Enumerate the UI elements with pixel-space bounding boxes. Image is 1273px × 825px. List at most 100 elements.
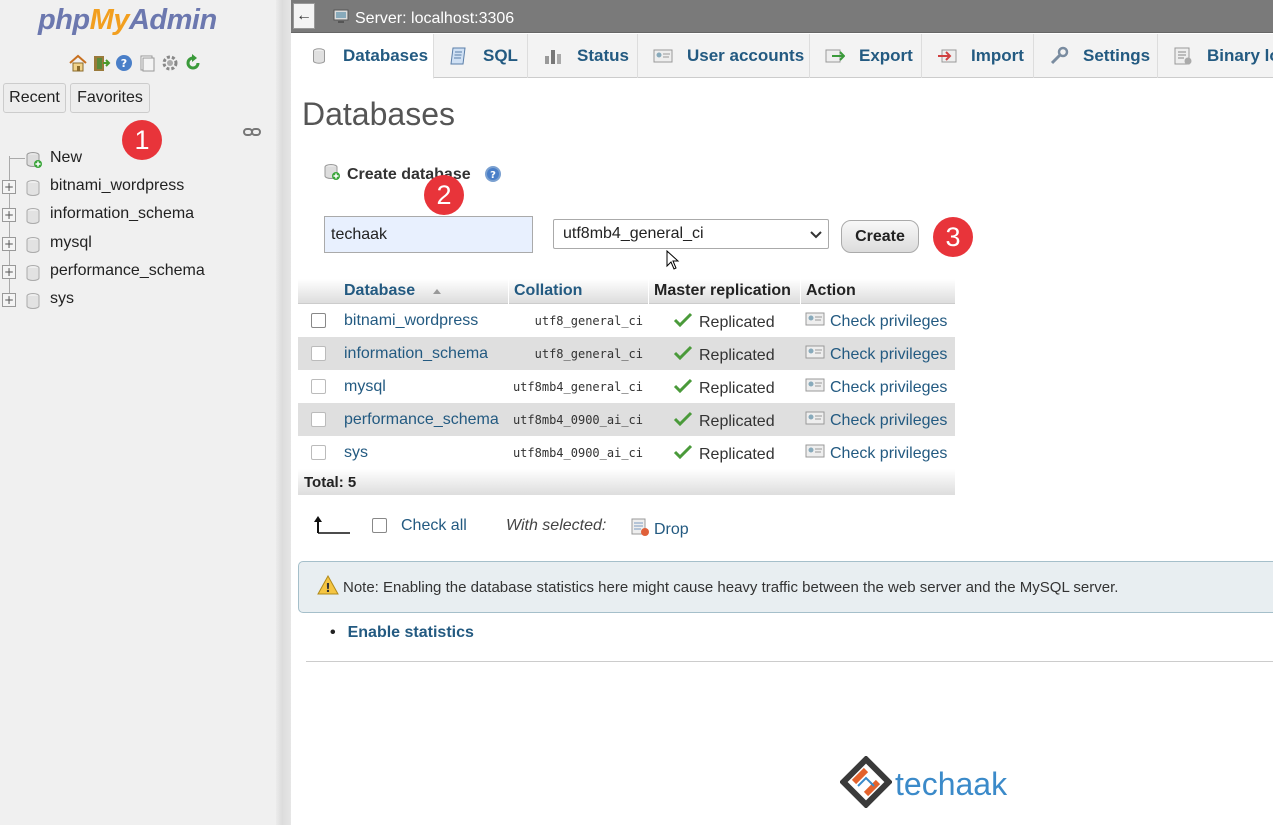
docs-icon[interactable] [137,53,157,73]
check-privileges-link[interactable]: Check privileges [805,378,947,397]
phpmyadmin-logo[interactable]: phpMyAdmin [38,4,217,37]
server-breadcrumb[interactable]: Server: localhost:3306 [333,8,514,29]
techaak-watermark: techaak [839,755,1008,813]
database-link[interactable]: information_schema [344,345,488,363]
privileges-icon [805,444,825,463]
expand-icon[interactable]: + [2,180,16,195]
collapse-sidebar-button[interactable]: ← [293,3,315,29]
collation-value: utf8mb4_general_ci [563,225,704,242]
tree-item-label: New [50,149,83,166]
gear-icon[interactable] [160,53,180,73]
sidebar-resize-handle[interactable] [276,0,291,825]
tree-item-label: bitnami_wordpress [50,177,185,195]
database-icon [308,45,330,67]
collation-cell: utf8mb4_general_ci [512,380,643,394]
svg-text:?: ? [121,57,127,70]
row-checkbox[interactable] [311,379,326,394]
database-link[interactable]: bitnami_wordpress [344,312,478,330]
row-checkbox[interactable] [311,445,326,460]
chevron-down-icon [809,227,823,246]
recent-button[interactable]: Recent [3,83,66,113]
tab-settings[interactable]: Settings [1034,34,1158,78]
row-checkbox[interactable] [311,313,326,328]
tab-databases[interactable]: Databases [294,34,434,79]
svg-text:?: ? [490,170,496,181]
table-total: Total: 5 [298,469,955,495]
techaak-logo-icon [839,755,893,813]
tab-sql[interactable]: SQL [434,34,528,78]
check-all-label[interactable]: Check all [401,517,467,535]
replication-cell: Replicated [673,444,775,465]
database-icon [25,264,41,287]
tab-binary-log[interactable]: Binary lo [1158,34,1273,78]
divider [306,661,1273,662]
database-icon [25,179,41,202]
database-link[interactable]: sys [344,444,368,462]
users-icon [652,45,674,67]
tree-item-performance-schema[interactable]: + performance_schema [0,258,276,286]
wrench-icon [1048,45,1070,67]
database-link[interactable]: performance_schema [344,411,499,429]
table-row: sys utf8mb4_0900_ai_ci Replicated Check … [298,436,955,469]
tree-item-sys[interactable]: + sys [0,286,276,314]
tree-item-bitnami-wordpress[interactable]: + bitnami_wordpress [0,173,276,201]
database-name-input[interactable] [324,216,533,253]
database-icon [25,236,41,259]
note-text: Note: Enabling the database statistics h… [343,578,1119,596]
tree-item-mysql[interactable]: + mysql [0,230,276,258]
enable-statistics-item: • Enable statistics [330,624,474,642]
column-header-collation[interactable]: Collation [514,282,582,300]
tree-item-label: performance_schema [50,261,205,279]
navigation-sidebar: phpMyAdmin ? Recent Favorites New + bitn… [0,0,291,825]
drop-database-icon [630,517,650,542]
page-title: Databases [302,96,455,132]
row-checkbox[interactable] [311,346,326,361]
tab-import[interactable]: Import [922,34,1034,78]
create-button[interactable]: Create [841,220,919,253]
collation-select[interactable]: utf8mb4_general_ci [553,219,829,249]
column-separator [800,279,801,304]
privileges-icon [805,345,825,364]
svg-text:!: ! [325,581,330,595]
tree-item-information-schema[interactable]: + information_schema [0,201,276,229]
check-icon [673,345,693,366]
favorites-button[interactable]: Favorites [70,83,150,113]
replication-cell: Replicated [673,378,775,399]
sidebar-quick-icons: ? [68,53,203,73]
replication-cell: Replicated [673,411,775,432]
check-all-checkbox[interactable] [372,518,387,533]
help-icon[interactable]: ? [484,165,502,188]
exit-icon[interactable] [91,53,111,73]
tab-export[interactable]: Export [810,34,922,78]
tab-status[interactable]: Status [528,34,638,78]
reload-icon[interactable] [183,53,203,73]
home-icon[interactable] [68,53,88,73]
check-icon [673,312,693,333]
tab-user-accounts[interactable]: User accounts [638,34,810,78]
check-privileges-link[interactable]: Check privileges [805,345,947,364]
check-privileges-link[interactable]: Check privileges [805,444,947,463]
check-privileges-link[interactable]: Check privileges [805,312,947,331]
help-icon[interactable]: ? [114,53,134,73]
expand-icon[interactable]: + [2,236,16,251]
drop-button[interactable]: Drop [630,517,689,542]
databases-table: Database Collation Master replication Ac… [298,279,955,495]
database-link[interactable]: mysql [344,378,386,396]
table-row: performance_schema utf8mb4_0900_ai_ci Re… [298,403,955,436]
column-header-database[interactable]: Database [344,282,442,300]
collation-cell: utf8_general_ci [534,347,643,361]
collation-cell: utf8_general_ci [534,314,643,328]
expand-icon[interactable]: + [2,264,16,279]
enable-statistics-link[interactable]: Enable statistics [348,624,474,642]
expand-icon[interactable]: + [2,292,16,307]
watermark-text: techaak [895,766,1008,802]
privileges-icon [805,312,825,331]
expand-icon[interactable]: + [2,208,16,223]
sql-icon [448,45,470,67]
column-separator [648,279,649,304]
table-row: information_schema utf8_general_ci Repli… [298,337,955,370]
link-icon[interactable] [243,124,261,142]
row-checkbox[interactable] [311,412,326,427]
new-database-icon [323,163,343,186]
check-privileges-link[interactable]: Check privileges [805,411,947,430]
